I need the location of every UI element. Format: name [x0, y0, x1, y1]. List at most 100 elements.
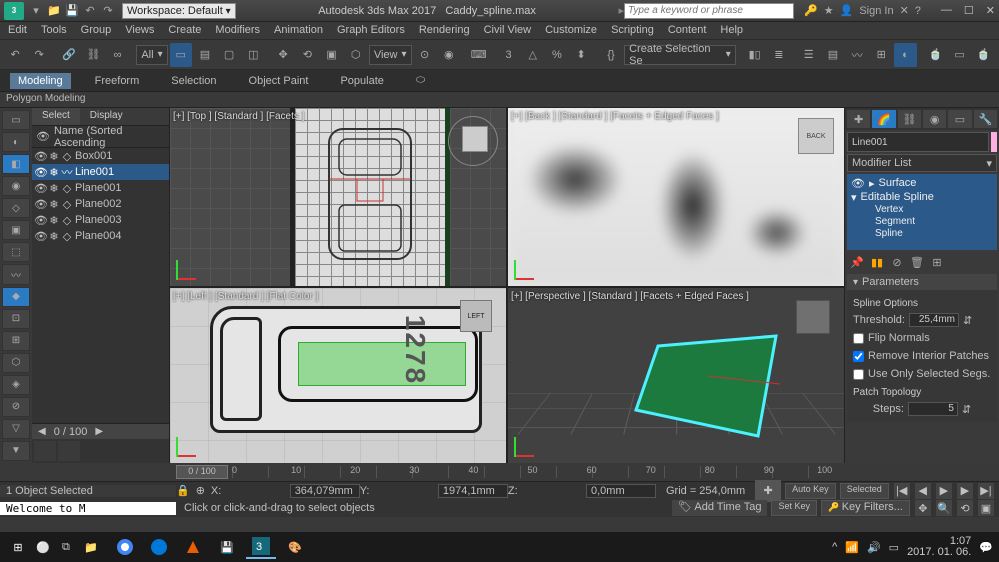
menu-civilview[interactable]: Civil View: [484, 24, 531, 37]
window-crossing-button[interactable]: ◫: [242, 43, 264, 67]
help-search-input[interactable]: [624, 3, 794, 19]
menu-tools[interactable]: Tools: [41, 24, 67, 37]
prev-frame-button[interactable]: ◀: [915, 483, 931, 499]
lock-selection-icon[interactable]: 🔒: [176, 484, 190, 497]
cmd-tab-display[interactable]: ▭: [948, 110, 971, 128]
angle-snap-button[interactable]: △: [522, 43, 544, 67]
menu-help[interactable]: Help: [720, 24, 743, 37]
scale-button[interactable]: ▣: [320, 43, 342, 67]
keymode-button[interactable]: ⌨: [468, 43, 490, 67]
bind-button[interactable]: ∞: [106, 43, 128, 67]
spinner-snap-button[interactable]: ⬍: [570, 43, 592, 67]
nav-zoom-button[interactable]: 🔍: [936, 500, 952, 516]
viewport-back[interactable]: [+] [Back ] [Standard ] [Facets + Edged …: [508, 108, 844, 286]
select-region-button[interactable]: ▢: [218, 43, 240, 67]
app-logo[interactable]: 3: [4, 2, 24, 20]
object-color-swatch[interactable]: [991, 132, 997, 152]
time-ruler[interactable]: 0 10 20 30 40 50 60 70 80 90 100: [232, 466, 823, 478]
cycle-tool[interactable]: ◐: [2, 132, 30, 152]
tray-lang-icon[interactable]: ▭: [889, 541, 899, 554]
rotate-button[interactable]: ⟲: [296, 43, 318, 67]
tray-volume-icon[interactable]: 🔊: [867, 541, 881, 554]
star-icon[interactable]: ★: [824, 4, 834, 17]
surface-object[interactable]: [628, 328, 788, 458]
viewcube[interactable]: BACK: [798, 118, 834, 154]
infocenter-icon[interactable]: 🔑: [804, 4, 818, 17]
menu-create[interactable]: Create: [168, 24, 201, 37]
coord-y-field[interactable]: 1974,1mm: [438, 484, 508, 498]
exchange-icon[interactable]: ✕: [900, 4, 909, 17]
ribbon-tab-freeform[interactable]: Freeform: [87, 73, 148, 89]
signin-button[interactable]: Sign In: [859, 5, 893, 17]
isokey-icon[interactable]: ⊕: [196, 484, 205, 497]
mirror-button[interactable]: ▮▯: [744, 43, 766, 67]
explorer-vp1-button[interactable]: [34, 441, 56, 461]
configure-button[interactable]: ⊞: [929, 254, 945, 270]
time-slider[interactable]: 0 / 100: [176, 465, 228, 479]
3-tool[interactable]: ◇: [2, 198, 30, 218]
viewport-label[interactable]: [+] [Perspective ] [Standard ] [Facets +…: [511, 291, 749, 302]
2-tool[interactable]: ◉: [2, 176, 30, 196]
snap-button[interactable]: 3: [497, 43, 519, 67]
eye-icon[interactable]: 👁: [851, 177, 865, 190]
schematic-button[interactable]: ⊞: [870, 43, 892, 67]
layers-button[interactable]: ☰: [798, 43, 820, 67]
coord-z-field[interactable]: 0,0mm: [586, 484, 656, 498]
cmd-tab-create[interactable]: ✚: [847, 110, 870, 128]
nav-max-button[interactable]: ▣: [978, 500, 994, 516]
flip-normals-checkbox[interactable]: [853, 333, 864, 344]
nav-orbit-button[interactable]: ⟲: [957, 500, 973, 516]
workspace-selector[interactable]: Workspace: Default ▾: [122, 3, 236, 19]
show-result-button[interactable]: ▮▮: [869, 254, 885, 270]
viewport-label[interactable]: [+] [Back ] [Standard ] [Facets + Edged …: [511, 111, 719, 122]
ribbon-tab-objectpaint[interactable]: Object Paint: [241, 73, 317, 89]
taskview-button[interactable]: ⧉: [62, 541, 70, 554]
action-center-icon[interactable]: 💬: [979, 541, 993, 554]
percent-snap-button[interactable]: %: [546, 43, 568, 67]
maximize-button[interactable]: ☐: [964, 4, 974, 17]
taskbar-app[interactable]: 💾: [212, 535, 242, 559]
steps-spinner[interactable]: 5: [908, 402, 958, 416]
stack-modifier[interactable]: 👁▸ Surface: [849, 176, 995, 190]
4-tool[interactable]: ▣: [2, 220, 30, 240]
menu-views[interactable]: Views: [125, 24, 154, 37]
viewcube[interactable]: [462, 126, 488, 152]
make-unique-button[interactable]: ⊘: [889, 254, 905, 270]
menu-rendering[interactable]: Rendering: [419, 24, 470, 37]
nav-pan-button[interactable]: ✥: [915, 500, 931, 516]
menu-content[interactable]: Content: [668, 24, 707, 37]
object-name-input[interactable]: [847, 132, 989, 152]
new-icon[interactable]: ▾: [28, 3, 44, 19]
explorer-tab-select[interactable]: Select: [32, 108, 80, 125]
menu-modifiers[interactable]: Modifiers: [215, 24, 260, 37]
render-button[interactable]: 🍵: [973, 43, 995, 67]
viewcube[interactable]: LEFT: [460, 300, 492, 332]
stack-baseobject[interactable]: ▾ Editable Spline: [849, 190, 995, 204]
menu-customize[interactable]: Customize: [545, 24, 597, 37]
selection-filter[interactable]: All ▾: [136, 45, 167, 65]
explorer-item[interactable]: 👁❄◇Plane004: [32, 228, 169, 244]
render-frame-button[interactable]: ▭: [948, 43, 970, 67]
select-name-button[interactable]: ▤: [194, 43, 216, 67]
undo-icon[interactable]: ↶: [82, 3, 98, 19]
explorer-vp2-button[interactable]: [58, 441, 80, 461]
cortana-search[interactable]: ⚪: [36, 541, 56, 554]
goto-end-button[interactable]: ▶|: [978, 483, 994, 499]
move-button[interactable]: ✥: [272, 43, 294, 67]
13-tool[interactable]: ▽: [2, 419, 30, 439]
7-tool[interactable]: ◆: [2, 287, 30, 307]
manip-button[interactable]: ◉: [438, 43, 460, 67]
redo-button[interactable]: ↷: [28, 43, 50, 67]
menu-group[interactable]: Group: [81, 24, 112, 37]
selected-dropdown[interactable]: Selected: [840, 483, 889, 499]
spinner-arrows-icon[interactable]: ⇵: [962, 403, 971, 416]
select-tool[interactable]: ▭: [2, 110, 30, 130]
14-tool[interactable]: ▼: [2, 441, 30, 461]
named-sel-set-dropdown[interactable]: Create Selection Se ▾: [624, 45, 736, 65]
signin-icon[interactable]: 👤: [840, 4, 854, 17]
goto-start-button[interactable]: |◀: [894, 483, 910, 499]
save-icon[interactable]: 💾: [64, 3, 80, 19]
layer-explorer-button[interactable]: ▤: [822, 43, 844, 67]
12-tool[interactable]: ⊘: [2, 397, 30, 417]
explorer-item[interactable]: 👁❄◇Plane003: [32, 212, 169, 228]
